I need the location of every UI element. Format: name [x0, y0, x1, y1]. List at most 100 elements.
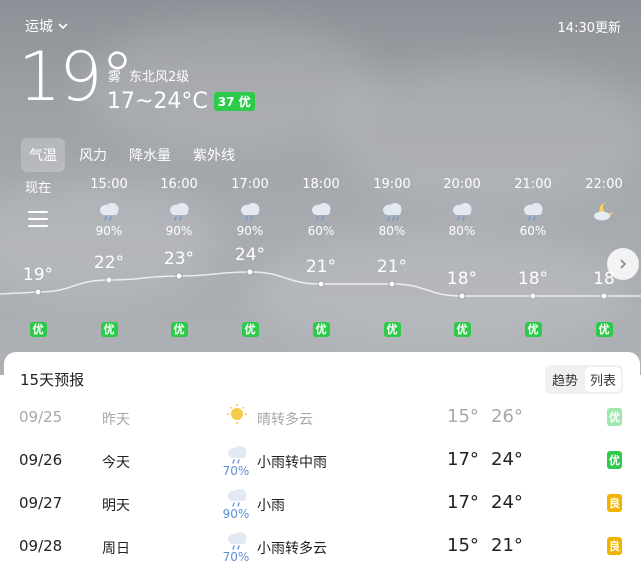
hour-aqi-badge: 优: [453, 322, 471, 337]
hour-icon-wrap: [503, 200, 563, 222]
day-aqi-badge: 良: [607, 494, 622, 512]
view-toggle: 趋势 列表: [544, 365, 623, 394]
hour-time: 16:00: [160, 177, 198, 192]
hour-icon-wrap: [291, 200, 351, 222]
day-precip: 90%: [222, 507, 250, 521]
hour-icon-wrap: [220, 200, 280, 222]
hour-icon-wrap: [574, 200, 634, 222]
day-low: 15°: [447, 406, 479, 427]
hour-temp: 22°: [93, 253, 125, 273]
hour-temp: 21°: [305, 257, 337, 277]
sun-cloud-icon: [227, 404, 247, 424]
day-condition: 小雨: [257, 498, 285, 514]
hour-aqi: 优: [432, 318, 492, 337]
hour-precip: 80%: [448, 224, 476, 238]
hour-aqi-badge: 优: [29, 322, 47, 337]
forecast-panel: 15天预报 趋势 列表 09/25 昨天 晴转多云 15° 26° 优 09/26 今天 70% 小…: [4, 352, 640, 571]
day-condition: 小雨转多云: [257, 541, 327, 557]
day-date: 09/28: [19, 537, 63, 555]
hour-aqi-badge: 优: [312, 322, 330, 337]
hour-temp: 18°: [446, 269, 478, 289]
cloud-rain-icon: [100, 203, 119, 221]
hour-precip: 90%: [236, 224, 264, 238]
hour-aqi-badge: 优: [524, 322, 542, 337]
day-precip: 70%: [222, 550, 250, 564]
temp-point: [388, 280, 396, 288]
cloud-rain-icon: [228, 532, 247, 550]
hour-aqi: 优: [220, 318, 280, 337]
hour-icon-wrap: [149, 200, 209, 222]
day-condition: 晴转多云: [257, 412, 313, 428]
hour-precip: 90%: [165, 224, 193, 238]
hour-temp: 24°: [234, 245, 266, 265]
hour-aqi: 优: [8, 318, 68, 337]
cloud-rain-icon: [312, 203, 331, 221]
day-aqi-badge: 良: [607, 537, 622, 555]
view-toggle-0[interactable]: 趋势: [547, 367, 583, 392]
cloud-rain-icon: [170, 203, 189, 221]
cloud-rain-icon: [228, 489, 247, 507]
day-low: 15°: [447, 535, 479, 556]
day-date: 09/27: [19, 494, 63, 512]
moon-cloud-icon: [594, 203, 613, 221]
cloud-rain-icon: [228, 446, 247, 464]
hour-precip: 60%: [307, 224, 335, 238]
hour-icon-wrap: [432, 200, 492, 222]
day-high: 21°: [491, 535, 523, 556]
temp-point: [105, 276, 113, 284]
view-toggle-1[interactable]: 列表: [584, 367, 621, 392]
hour-time: 15:00: [90, 177, 128, 192]
day-icon-wrap: [224, 529, 250, 551]
hour-precip: 60%: [519, 224, 547, 238]
hour-time: 18:00: [302, 177, 340, 192]
day-low: 17°: [447, 449, 479, 470]
temp-point: [317, 280, 325, 288]
day-icon-wrap: [224, 403, 250, 425]
hour-aqi: 优: [291, 318, 351, 337]
hour-temp: 23°: [163, 249, 195, 269]
day-name: 明天: [102, 498, 130, 514]
cloud-rain-icon: [241, 203, 260, 221]
temp-point: [34, 288, 42, 296]
scroll-right-button[interactable]: [607, 248, 639, 280]
day-row[interactable]: 09/26 今天 70% 小雨转中雨 17° 24° 优: [4, 439, 640, 481]
forecast-title: 15天预报: [20, 371, 85, 389]
hour-time: 21:00: [514, 177, 552, 192]
day-date: 09/25: [19, 408, 63, 426]
hour-aqi-badge: 优: [100, 322, 118, 337]
day-high: 26°: [491, 406, 523, 427]
temp-point: [529, 292, 537, 300]
hour-precip: 80%: [378, 224, 406, 238]
day-low: 17°: [447, 492, 479, 513]
day-row[interactable]: 09/27 明天 90% 小雨 17° 24° 良: [4, 482, 640, 524]
day-condition: 小雨转中雨: [257, 455, 327, 471]
day-date: 09/26: [19, 451, 63, 469]
day-high: 24°: [491, 449, 523, 470]
hour-aqi-badge: 优: [170, 322, 188, 337]
hour-temp: 21°: [376, 257, 408, 277]
cloud-rain-icon: [524, 203, 543, 221]
cloud-rain-icon: [453, 203, 472, 221]
cloud-heavy-rain-icon: [383, 203, 402, 221]
hour-temp: 18°: [517, 269, 549, 289]
hour-aqi: 优: [149, 318, 209, 337]
temp-point: [175, 272, 183, 280]
day-row[interactable]: 09/25 昨天 晴转多云 15° 26° 优: [4, 396, 640, 438]
hour-time: 现在: [24, 181, 51, 196]
temp-point: [458, 292, 466, 300]
hour-time: 22:00: [585, 177, 623, 192]
day-icon-wrap: [224, 443, 250, 465]
hour-aqi: 优: [503, 318, 563, 337]
hour-time: 19:00: [373, 177, 411, 192]
day-row[interactable]: 09/28 周日 70% 小雨转多云 15° 21° 良: [4, 525, 640, 567]
hour-aqi: 优: [362, 318, 422, 337]
day-high: 24°: [491, 492, 523, 513]
day-icon-wrap: [224, 486, 250, 508]
hour-icon-wrap: [79, 200, 139, 222]
temp-point: [246, 268, 254, 276]
hour-aqi-badge: 优: [595, 322, 613, 337]
day-name: 昨天: [102, 412, 130, 428]
hour-icon-wrap: [362, 200, 422, 222]
hour-aqi-badge: 优: [383, 322, 401, 337]
hour-time: 17:00: [231, 177, 269, 192]
